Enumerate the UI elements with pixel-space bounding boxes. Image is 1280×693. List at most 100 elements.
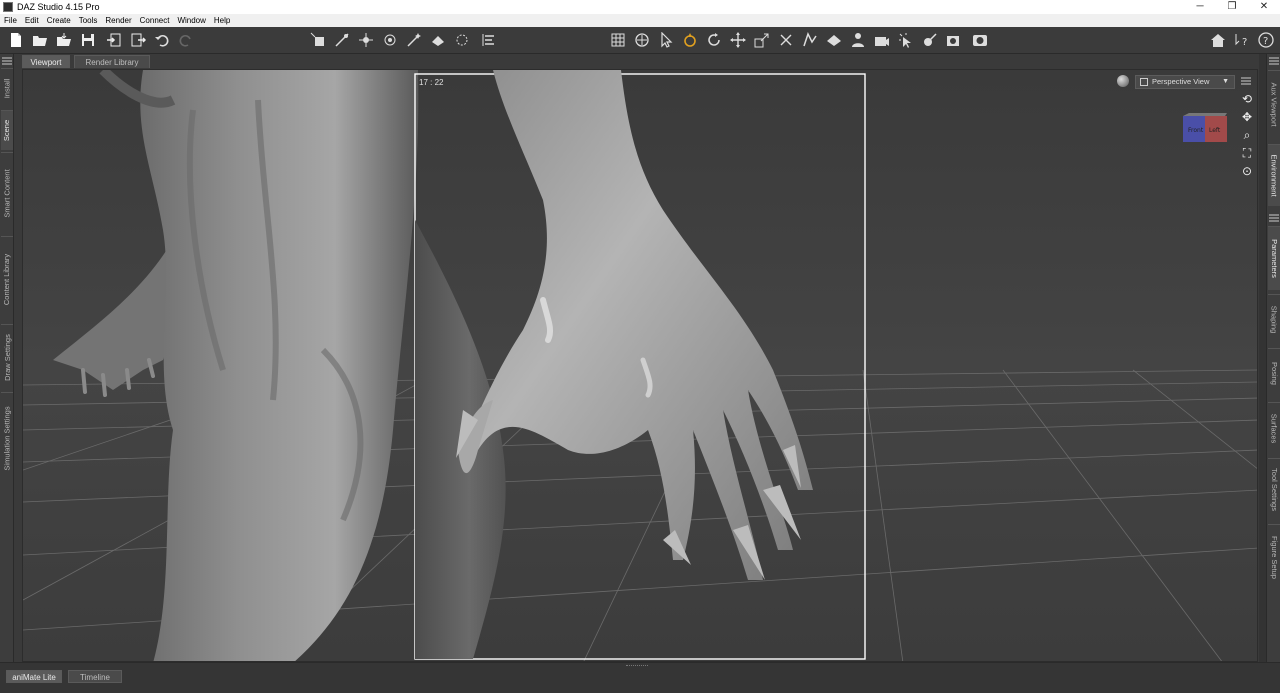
main-toolbar: ? ? bbox=[0, 27, 1280, 54]
render-icon[interactable] bbox=[972, 32, 988, 48]
scale-tool-icon[interactable] bbox=[754, 32, 770, 48]
frame-icon[interactable]: ⛶ bbox=[1240, 146, 1254, 160]
align-icon[interactable] bbox=[480, 32, 496, 48]
pan-icon[interactable]: ✥ bbox=[1240, 110, 1254, 124]
translate-tool-icon[interactable] bbox=[730, 32, 746, 48]
daz-app-icon bbox=[3, 2, 13, 12]
viewport-tab-strip: Viewport Render Library bbox=[14, 54, 1260, 68]
redo-icon bbox=[178, 32, 194, 48]
menu-bar: File Edit Create Tools Render Connect Wi… bbox=[0, 14, 1280, 27]
tab-surfaces[interactable]: Surfaces bbox=[1268, 402, 1280, 454]
save-icon[interactable] bbox=[80, 32, 96, 48]
rotate-tool-icon[interactable] bbox=[706, 32, 722, 48]
home-icon[interactable] bbox=[1210, 32, 1226, 48]
reset-camera-icon[interactable]: ⊙ bbox=[1240, 164, 1254, 178]
frame-aspect-label: 17 : 22 bbox=[419, 78, 444, 87]
menu-edit[interactable]: Edit bbox=[21, 16, 43, 25]
viewport-menu-icon[interactable] bbox=[1241, 77, 1251, 85]
resize-grip[interactable] bbox=[626, 665, 648, 668]
title-bar: DAZ Studio 4.15 Pro ─ ❐ ✕ bbox=[0, 0, 1280, 14]
window-controls: ─ ❐ ✕ bbox=[1184, 0, 1280, 14]
tab-scene[interactable]: Scene bbox=[1, 110, 13, 150]
menu-window[interactable]: Window bbox=[173, 16, 209, 25]
right-splitter[interactable] bbox=[1259, 54, 1266, 662]
menu-tools[interactable]: Tools bbox=[75, 16, 102, 25]
tab-content-library[interactable]: Content Library bbox=[1, 236, 13, 322]
bottom-pane-tabs: aniMate Lite Timeline bbox=[0, 662, 1280, 693]
tab-tool-settings[interactable]: Tool Settings bbox=[1268, 458, 1280, 520]
tab-render-library[interactable]: Render Library bbox=[74, 55, 150, 68]
pointer-tool-icon[interactable] bbox=[658, 31, 674, 48]
geometry-editor-icon[interactable] bbox=[358, 32, 374, 48]
undo-icon[interactable] bbox=[154, 32, 170, 48]
tab-simulation-settings[interactable]: Simulation Settings bbox=[1, 392, 13, 484]
scene-render bbox=[23, 70, 1257, 661]
surface-selection-icon[interactable] bbox=[430, 32, 446, 48]
menu-create[interactable]: Create bbox=[43, 16, 75, 25]
svg-text:?: ? bbox=[1242, 37, 1247, 48]
maximize-button[interactable]: ❐ bbox=[1216, 0, 1248, 14]
cube-face-left: Left bbox=[1209, 127, 1221, 134]
tab-animate-lite[interactable]: aniMate Lite bbox=[6, 670, 62, 683]
node-weight-icon[interactable] bbox=[922, 32, 938, 48]
menu-render[interactable]: Render bbox=[101, 16, 135, 25]
layout-grid-icon bbox=[1140, 78, 1148, 86]
right-pane-tabs: Aux Viewport Environment Parameters Shap… bbox=[1266, 54, 1280, 662]
open-icon[interactable] bbox=[32, 32, 48, 48]
tab-smart-content[interactable]: Smart Content bbox=[1, 152, 13, 234]
tab-parameters[interactable]: Parameters bbox=[1268, 226, 1280, 290]
cube-face-front: Front bbox=[1188, 127, 1204, 134]
tab-timeline[interactable]: Timeline bbox=[68, 670, 122, 683]
pane-menu-icon[interactable] bbox=[1269, 214, 1279, 222]
svg-text:?: ? bbox=[1263, 36, 1268, 47]
tab-draw-settings[interactable]: Draw Settings bbox=[1, 324, 13, 390]
whats-this-icon[interactable]: ? bbox=[1234, 32, 1250, 48]
menu-help[interactable]: Help bbox=[210, 16, 234, 25]
surface-tool-icon[interactable] bbox=[826, 32, 842, 48]
viewport-grid-icon[interactable] bbox=[610, 32, 626, 48]
universal-tool-icon[interactable] bbox=[634, 32, 650, 48]
close-button[interactable]: ✕ bbox=[1248, 0, 1280, 14]
tab-figure-setup[interactable]: Figure Setup bbox=[1268, 524, 1280, 590]
node-selection-icon[interactable] bbox=[310, 32, 326, 48]
draw-style-icon[interactable] bbox=[1117, 75, 1129, 87]
pane-menu-icon[interactable] bbox=[1269, 57, 1279, 65]
chevron-down-icon: ▼ bbox=[1222, 78, 1229, 85]
camera-dropdown[interactable]: Perspective View ▼ bbox=[1135, 75, 1235, 89]
joint-editor-icon[interactable] bbox=[334, 32, 350, 48]
tab-posing[interactable]: Posing bbox=[1268, 348, 1280, 398]
active-pose-tool-icon[interactable] bbox=[682, 32, 698, 48]
menu-file[interactable]: File bbox=[0, 16, 21, 25]
help-icon[interactable]: ? bbox=[1258, 32, 1274, 48]
view-cube[interactable]: Front Left bbox=[1181, 112, 1231, 146]
3d-viewport[interactable]: 17 : 22 Perspective View ▼ Front Left ⟲ … bbox=[22, 69, 1258, 662]
tab-install[interactable]: Install bbox=[1, 68, 13, 108]
merge-icon[interactable] bbox=[56, 32, 72, 48]
orbit-icon[interactable]: ⟲ bbox=[1240, 92, 1254, 106]
window-title: DAZ Studio 4.15 Pro bbox=[17, 2, 100, 12]
daz-studio-window: { "window": { "title": "DAZ Studio 4.15 … bbox=[0, 0, 1280, 693]
tab-environment[interactable]: Environment bbox=[1268, 144, 1280, 206]
import-icon[interactable] bbox=[106, 32, 122, 48]
figure-tool-icon[interactable] bbox=[850, 32, 866, 48]
pane-menu-icon[interactable] bbox=[2, 57, 12, 65]
export-icon[interactable] bbox=[130, 32, 147, 48]
new-scene-icon[interactable] bbox=[8, 32, 24, 48]
tab-aux-viewport[interactable]: Aux Viewport bbox=[1268, 70, 1280, 138]
camera-name: Perspective View bbox=[1152, 77, 1210, 86]
camera-nav-controls: ⟲ ✥ ⌕ ⛶ ⊙ bbox=[1240, 92, 1254, 182]
transform-tool-icon[interactable] bbox=[778, 32, 794, 48]
camera-cube-icon[interactable] bbox=[874, 32, 890, 48]
spot-render-icon[interactable] bbox=[406, 32, 422, 48]
tab-viewport[interactable]: Viewport bbox=[22, 55, 70, 68]
region-navigator-icon[interactable] bbox=[454, 32, 470, 48]
geometry-editor-tool-icon[interactable] bbox=[802, 32, 818, 48]
menu-connect[interactable]: Connect bbox=[136, 16, 174, 25]
zoom-icon[interactable]: ⌕ bbox=[1240, 128, 1254, 142]
tab-shaping[interactable]: Shaping bbox=[1268, 294, 1280, 344]
rigging-icon[interactable] bbox=[382, 32, 398, 48]
minimize-button[interactable]: ─ bbox=[1184, 0, 1216, 14]
iray-camera-icon[interactable] bbox=[946, 32, 962, 48]
spot-select-icon[interactable] bbox=[898, 32, 914, 48]
left-pane-tabs: Install Scene Smart Content Content Libr… bbox=[0, 54, 14, 662]
